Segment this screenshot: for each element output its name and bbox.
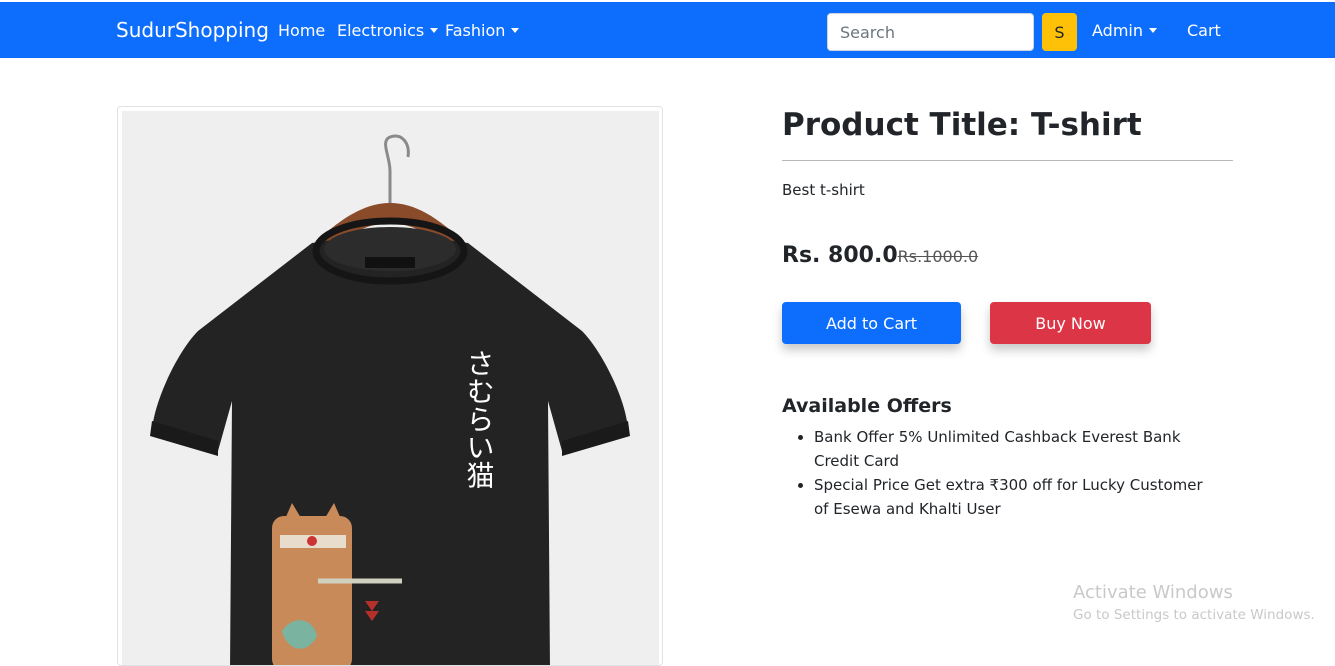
tshirt-image: さむらい猫 bbox=[150, 134, 630, 665]
nav-cart[interactable]: Cart bbox=[1187, 21, 1221, 40]
navbar: SudurShopping Home Electronics Fashion S… bbox=[0, 2, 1335, 58]
add-to-cart-button[interactable]: Add to Cart bbox=[782, 302, 961, 344]
offers-list: Bank Offer 5% Unlimited Cashback Everest… bbox=[814, 425, 1214, 521]
product-title: Product Title: T-shirt bbox=[782, 107, 1142, 143]
offers-heading: Available Offers bbox=[782, 395, 952, 417]
nav-admin-label: Admin bbox=[1092, 21, 1143, 40]
brand-logo[interactable]: SudurShopping bbox=[116, 18, 269, 42]
list-item: Bank Offer 5% Unlimited Cashback Everest… bbox=[814, 425, 1214, 473]
chevron-down-icon bbox=[511, 28, 520, 33]
chevron-down-icon bbox=[430, 28, 439, 33]
list-item: Special Price Get extra ₹300 off for Luc… bbox=[814, 473, 1214, 521]
search-input[interactable] bbox=[827, 13, 1034, 51]
price-block: Rs. 800.0Rs.1000.0 bbox=[782, 243, 978, 268]
product-image-card: さむらい猫 bbox=[117, 106, 663, 666]
windows-activation-watermark: Activate Windows Go to Settings to activ… bbox=[1073, 582, 1315, 623]
current-price: Rs. 800.0 bbox=[782, 243, 898, 268]
nav-electronics-label: Electronics bbox=[337, 21, 425, 40]
search-button[interactable]: S bbox=[1042, 13, 1077, 51]
nav-fashion[interactable]: Fashion bbox=[445, 21, 520, 40]
product-image: さむらい猫 bbox=[122, 111, 659, 665]
nav-admin[interactable]: Admin bbox=[1092, 21, 1157, 40]
nav-home[interactable]: Home bbox=[278, 21, 325, 40]
title-divider bbox=[782, 160, 1233, 161]
watermark-subtitle: Go to Settings to activate Windows. bbox=[1073, 607, 1315, 623]
watermark-title: Activate Windows bbox=[1073, 582, 1233, 603]
product-description: Best t-shirt bbox=[782, 181, 865, 199]
shirt-japanese-text: さむらい猫 bbox=[463, 349, 496, 489]
nav-electronics[interactable]: Electronics bbox=[337, 21, 439, 40]
nav-fashion-label: Fashion bbox=[445, 21, 506, 40]
old-price: Rs.1000.0 bbox=[897, 247, 979, 266]
chevron-down-icon bbox=[1149, 28, 1157, 33]
buy-now-button[interactable]: Buy Now bbox=[990, 302, 1151, 344]
